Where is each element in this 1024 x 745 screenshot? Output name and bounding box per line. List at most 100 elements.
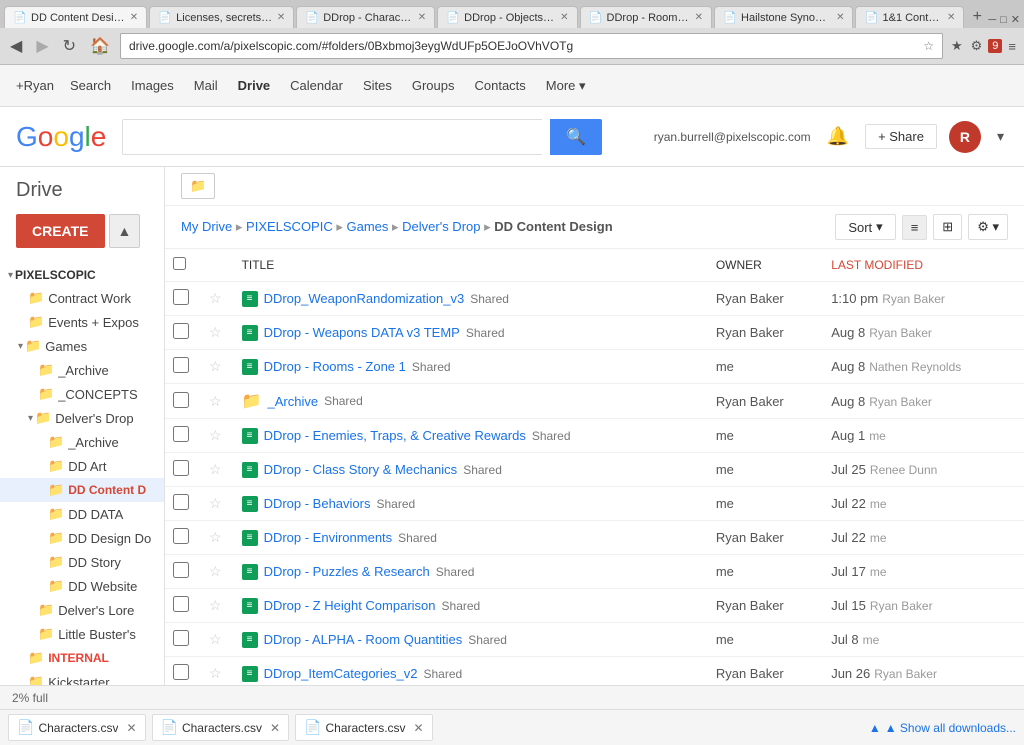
expand-icon[interactable]: ▾ — [18, 341, 23, 352]
tab-close-icon[interactable]: ✕ — [418, 12, 426, 23]
download-item-d2[interactable]: 📄 Characters.csv ✕ — [152, 714, 290, 741]
row-name-cell[interactable]: ≡ DDrop - Environments Shared — [234, 521, 708, 555]
table-row[interactable]: ☆ ≡ DDrop - Behaviors Shared me Jul 22me — [165, 487, 1024, 521]
home-button[interactable]: 🏠 — [86, 34, 114, 58]
grid-view-button[interactable]: ⊞ — [933, 214, 962, 240]
file-link[interactable]: DDrop - Z Height Comparison — [264, 598, 436, 613]
create-button[interactable]: CREATE — [16, 214, 105, 248]
google-user-link[interactable]: +Ryan — [16, 78, 54, 93]
settings-button[interactable]: ⚙ ▾ — [968, 214, 1008, 240]
expand-icon[interactable]: ▾ — [28, 413, 33, 424]
sidebar-item-dd-archive[interactable]: 📁 _Archive — [0, 430, 164, 454]
file-link[interactable]: DDrop - Behaviors — [264, 496, 371, 511]
file-link[interactable]: DDrop - Enemies, Traps, & Creative Rewar… — [264, 428, 526, 443]
row-name-cell[interactable]: 📁 _Archive Shared — [234, 384, 708, 419]
table-row[interactable]: ☆ ≡ DDrop - Enemies, Traps, & Creative R… — [165, 419, 1024, 453]
row-name-cell[interactable]: ≡ DDrop - ALPHA - Room Quantities Shared — [234, 623, 708, 657]
download-close-icon[interactable]: ✕ — [414, 721, 424, 735]
sidebar-item-concepts[interactable]: 📁 _CONCEPTS — [0, 382, 164, 406]
google-mail-link[interactable]: Mail — [190, 78, 222, 93]
browser-tab-tab4[interactable]: 📄DDrop - Objects, Projecti...✕ — [437, 6, 577, 28]
share-button[interactable]: + Share — [865, 124, 937, 149]
table-row[interactable]: ☆ ≡ DDrop - Rooms - Zone 1 Shared me Aug… — [165, 350, 1024, 384]
sidebar-item-kickstarter[interactable]: 📁 Kickstarter — [0, 670, 164, 685]
star-icon[interactable]: ☆ — [209, 597, 222, 613]
tab-close-icon[interactable]: ✕ — [695, 12, 703, 23]
tab-close-icon[interactable]: ✕ — [130, 12, 138, 23]
table-row[interactable]: ☆ ≡ DDrop_ItemCategories_v2 Shared Ryan … — [165, 657, 1024, 686]
last-modified-column-header[interactable]: LAST MODIFIED — [823, 249, 1024, 282]
close-button[interactable]: ✕ — [1011, 13, 1020, 26]
sidebar-item-dd-content-d[interactable]: 📁 DD Content D — [0, 478, 164, 502]
breadcrumb-link-2[interactable]: Games — [346, 219, 388, 234]
sidebar-item-events-expos[interactable]: 📁 Events + Expos — [0, 310, 164, 334]
avatar[interactable]: R — [949, 121, 981, 153]
row-name-cell[interactable]: ≡ DDrop - Rooms - Zone 1 Shared — [234, 350, 708, 384]
google-groups-link[interactable]: Groups — [408, 78, 459, 93]
row-name-cell[interactable]: ≡ DDrop - Behaviors Shared — [234, 487, 708, 521]
settings-icon[interactable]: ⚙ — [969, 36, 985, 56]
sort-button[interactable]: Sort ▾ — [835, 214, 895, 240]
maximize-button[interactable]: □ — [1000, 14, 1007, 26]
row-name-cell[interactable]: ≡ DDrop - Class Story & Mechanics Shared — [234, 453, 708, 487]
sidebar-item-dd-story[interactable]: 📁 DD Story — [0, 550, 164, 574]
star-icon[interactable]: ☆ — [209, 665, 222, 681]
star-icon[interactable]: ☆ — [209, 495, 222, 511]
row-checkbox[interactable] — [173, 596, 189, 612]
row-name-cell[interactable]: ≡ DDrop - Puzzles & Research Shared — [234, 555, 708, 589]
tab-close-icon[interactable]: ✕ — [836, 12, 844, 23]
row-name-cell[interactable]: ≡ DDrop - Weapons DATA v3 TEMP Shared — [234, 316, 708, 350]
breadcrumb-link-0[interactable]: My Drive — [181, 219, 232, 234]
sidebar-item-little-busters[interactable]: 📁 Little Buster's — [0, 622, 164, 646]
star-icon[interactable]: ☆ — [209, 358, 222, 374]
row-checkbox[interactable] — [173, 528, 189, 544]
new-tab-button[interactable]: + — [966, 6, 988, 28]
star-icon[interactable]: ☆ — [209, 290, 222, 306]
row-checkbox[interactable] — [173, 460, 189, 476]
sidebar-item-contract-work[interactable]: 📁 Contract Work — [0, 286, 164, 310]
select-all-checkbox[interactable] — [173, 257, 186, 270]
file-link[interactable]: DDrop - Puzzles & Research — [264, 564, 430, 579]
extensions-icon[interactable]: 9 — [988, 39, 1002, 53]
browser-tab-tab3[interactable]: 📄DDrop - Characters & NI...✕ — [296, 6, 435, 28]
download-close-icon[interactable]: ✕ — [270, 721, 280, 735]
sidebar-item-pixelscopic[interactable]: ▾ PIXELSCOPIC — [0, 264, 164, 286]
table-row[interactable]: ☆ 📁 _Archive Shared Ryan Baker Aug 8Ryan… — [165, 384, 1024, 419]
breadcrumb-link-3[interactable]: Delver's Drop — [402, 219, 480, 234]
row-checkbox[interactable] — [173, 426, 189, 442]
google-drive-link[interactable]: Drive — [234, 78, 275, 93]
sidebar-item-dd-design-do[interactable]: 📁 DD Design Do — [0, 526, 164, 550]
table-row[interactable]: ☆ ≡ DDrop - Z Height Comparison Shared R… — [165, 589, 1024, 623]
row-checkbox[interactable] — [173, 323, 189, 339]
row-checkbox[interactable] — [173, 494, 189, 510]
row-name-cell[interactable]: ≡ DDrop - Enemies, Traps, & Creative Rew… — [234, 419, 708, 453]
table-row[interactable]: ☆ ≡ DDrop - Environments Shared Ryan Bak… — [165, 521, 1024, 555]
row-checkbox[interactable] — [173, 289, 189, 305]
row-name-cell[interactable]: ≡ DDrop_WeaponRandomization_v3 Shared — [234, 282, 708, 316]
browser-tab-tab7[interactable]: 📄1&1 Control Panel✕ — [855, 6, 964, 28]
file-link[interactable]: DDrop_WeaponRandomization_v3 — [264, 291, 465, 306]
sidebar-item-archive[interactable]: 📁 _Archive — [0, 358, 164, 382]
browser-tab-tab6[interactable]: 📄Hailstone Synonyms, Ha...✕ — [714, 6, 853, 28]
upload-button[interactable]: ▲ — [109, 214, 141, 248]
star-icon[interactable]: ☆ — [923, 39, 934, 53]
show-all-downloads[interactable]: ▲ ▲ Show all downloads... — [869, 721, 1016, 735]
google-more-link[interactable]: More ▾ — [542, 78, 590, 94]
browser-tab-tab2[interactable]: 📄Licenses, secrets, and oth...✕ — [149, 6, 294, 28]
row-checkbox[interactable] — [173, 630, 189, 646]
row-checkbox[interactable] — [173, 562, 189, 578]
table-row[interactable]: ☆ ≡ DDrop - Weapons DATA v3 TEMP Shared … — [165, 316, 1024, 350]
row-name-cell[interactable]: ≡ DDrop_ItemCategories_v2 Shared — [234, 657, 708, 686]
tab-close-icon[interactable]: ✕ — [560, 12, 568, 23]
expand-icon[interactable]: ▾ — [8, 270, 13, 281]
browser-tab-tab5[interactable]: 📄DDrop - Rooms - Zone 1✕ — [580, 6, 712, 28]
google-sites-link[interactable]: Sites — [359, 78, 396, 93]
notifications-bell[interactable]: 🔔 — [823, 124, 853, 149]
tab-close-icon[interactable]: ✕ — [947, 12, 955, 23]
menu-icon[interactable]: ≡ — [1006, 37, 1018, 56]
sidebar-item-dd-art[interactable]: 📁 DD Art — [0, 454, 164, 478]
file-link[interactable]: _Archive — [267, 394, 318, 409]
google-calendar-link[interactable]: Calendar — [286, 78, 347, 93]
download-item-d3[interactable]: 📄 Characters.csv ✕ — [295, 714, 433, 741]
breadcrumb-link-1[interactable]: PIXELSCOPIC — [246, 219, 333, 234]
